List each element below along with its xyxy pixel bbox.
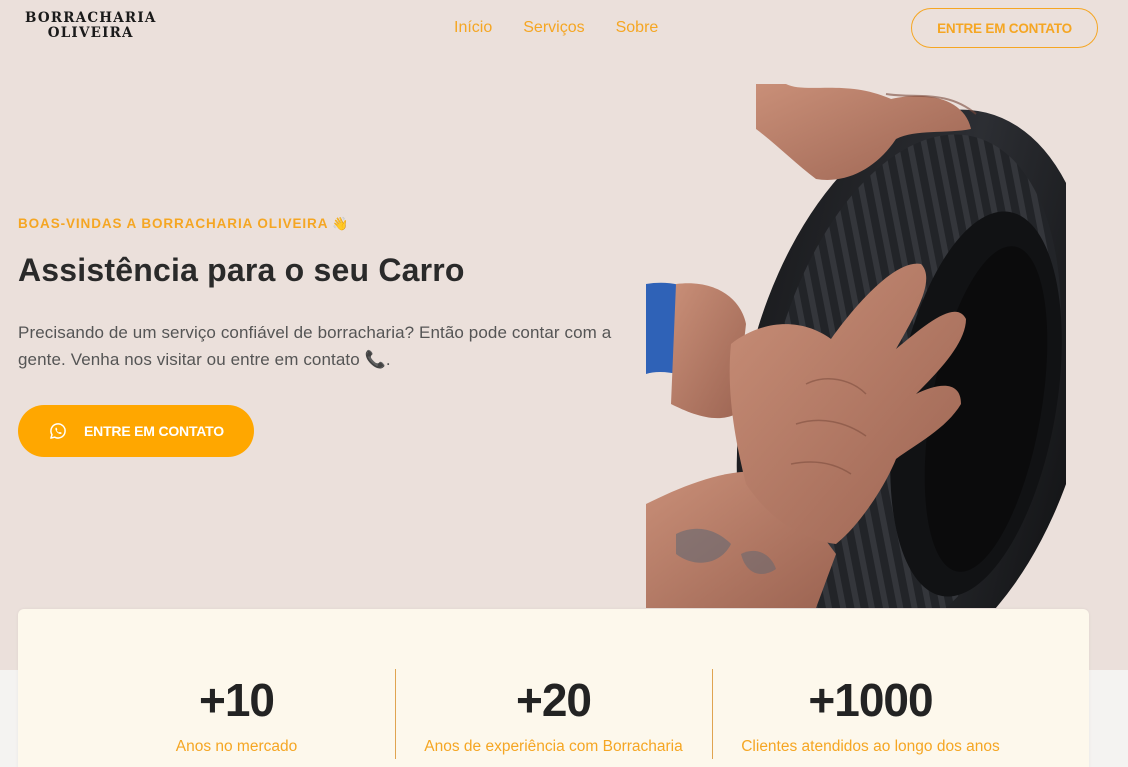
stat-label: Anos de experiência com Borracharia [424,738,683,755]
hero-image [646,84,1066,608]
phone-icon: 📞 [364,350,386,369]
tire-hands-illustration [646,84,1066,608]
brand-logo[interactable]: BORRACHARIA OLIVEIRA [25,11,157,41]
stat-label: Clientes atendidos ao longo dos anos [741,738,1000,755]
hero-eyebrow: BOAS-VINDAS A BORRACHARIA OLIVEIRA 👋 [18,216,349,232]
stat-label: Anos no mercado [175,738,298,755]
hero-description-text: Precisando de um serviço confiável de bo… [18,323,612,369]
brand-line-1: BORRACHARIA [25,10,157,26]
hero-description-end: . [385,350,391,369]
brand-line-2: OLIVEIRA [47,25,134,41]
stat-value: +20 [515,674,592,726]
hero-contact-label: ENTRE EM CONTATO [84,423,224,439]
whatsapp-icon [50,423,66,439]
nav-item-sobre[interactable]: Sobre [616,18,659,38]
stats-panel: +10 Anos no mercado +20 Anos de experiên… [18,609,1089,767]
stat-value: +1000 [808,674,933,726]
nav-item-inicio[interactable]: Início [454,18,492,38]
hero-description: Precisando de um serviço confiável de bo… [18,319,618,373]
hero-contact-button[interactable]: ENTRE EM CONTATO [18,405,254,457]
stat-value: +10 [198,674,275,726]
waving-hand-icon: 👋 [332,216,350,231]
nav-item-servicos[interactable]: Serviços [523,18,584,38]
main-nav: Início Serviços Sobre [454,18,658,38]
hero-eyebrow-text: BOAS-VINDAS A BORRACHARIA OLIVEIRA [18,216,329,231]
header-contact-button[interactable]: ENTRE EM CONTATO [911,8,1098,48]
hero-headline: Assistência para o seu Carro [18,252,465,288]
